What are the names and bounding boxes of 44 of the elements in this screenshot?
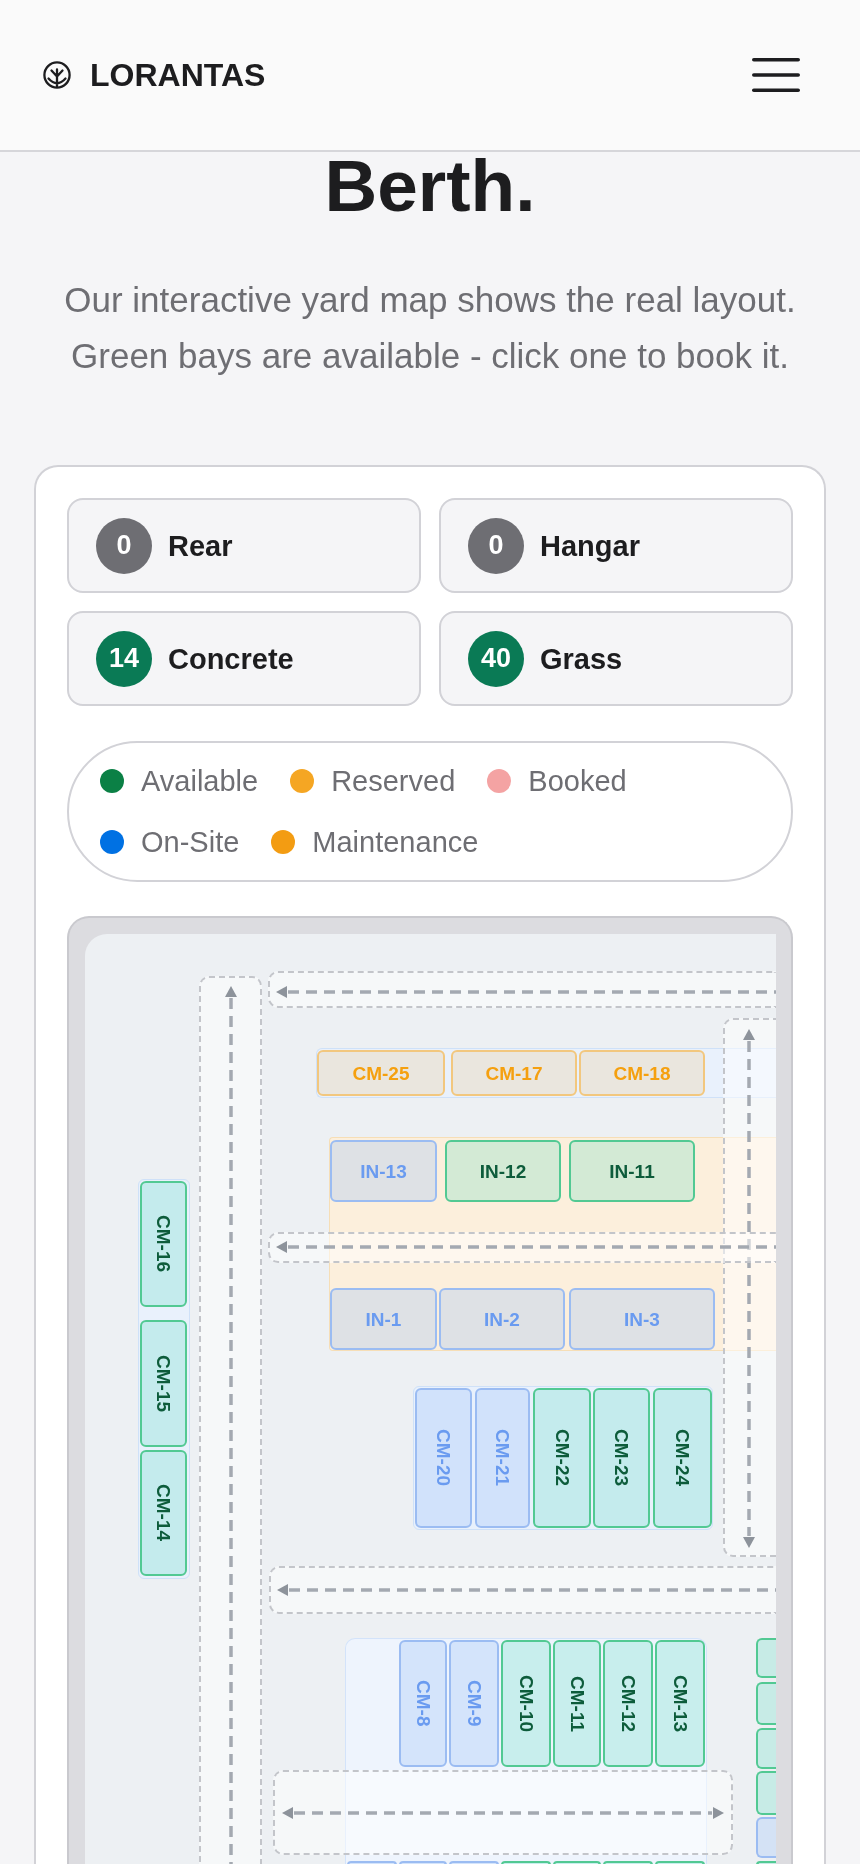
- menu-button[interactable]: [752, 58, 800, 92]
- menu-icon: [752, 58, 800, 92]
- count-badge: 14: [96, 630, 152, 687]
- parking-bay[interactable]: [756, 1682, 776, 1725]
- legend-label: On-Site: [141, 825, 240, 860]
- parking-bay[interactable]: IN-11: [569, 1140, 695, 1202]
- page-title: Berth.: [323, 154, 537, 217]
- parking-bay[interactable]: CM-15: [140, 1320, 187, 1447]
- legend-label: Maintenance: [312, 825, 479, 860]
- legend-label: Reserved: [331, 764, 456, 799]
- parking-bay[interactable]: [553, 1861, 601, 1864]
- parking-bay[interactable]: [756, 1771, 776, 1815]
- parking-bay[interactable]: IN-12: [445, 1140, 561, 1202]
- parking-bay[interactable]: CM-16: [140, 1181, 187, 1307]
- brand-name: LORANTAS: [90, 59, 266, 91]
- parking-bay[interactable]: [756, 1861, 776, 1864]
- parking-bay[interactable]: [399, 1861, 447, 1864]
- parking-bay[interactable]: CM-14: [140, 1450, 187, 1576]
- count-badge: 0: [468, 517, 524, 574]
- parking-bay[interactable]: [603, 1861, 653, 1864]
- legend-label: Booked: [528, 764, 627, 799]
- parking-bay[interactable]: [756, 1817, 776, 1858]
- page-subtitle: Our interactive yard map shows the real layout. Green bays are available - click one to book it.: [63, 279, 797, 377]
- parking-bay[interactable]: CM-11: [553, 1640, 601, 1767]
- parking-bay[interactable]: CM-12: [603, 1640, 653, 1767]
- category-label: Grass: [540, 641, 623, 677]
- parking-bay[interactable]: [501, 1861, 551, 1864]
- parking-bay[interactable]: CM-24: [653, 1388, 712, 1528]
- parking-bay[interactable]: CM-23: [593, 1388, 650, 1528]
- logo-icon: [43, 61, 71, 89]
- category-label: Rear: [168, 528, 233, 564]
- parking-bay[interactable]: CM-10: [501, 1640, 551, 1767]
- count-badge: 0: [96, 517, 152, 574]
- count-badge: 40: [468, 630, 524, 687]
- parking-bay[interactable]: [449, 1861, 499, 1864]
- parking-bay[interactable]: [347, 1861, 397, 1864]
- category-label: Hangar: [540, 528, 640, 564]
- category-label: Concrete: [168, 641, 294, 677]
- parking-bay[interactable]: CM-13: [655, 1640, 705, 1767]
- legend-label: Available: [141, 764, 259, 799]
- parking-bay[interactable]: [756, 1728, 776, 1769]
- parking-bay[interactable]: CM-22: [533, 1388, 591, 1528]
- parking-bay[interactable]: [756, 1638, 776, 1678]
- parking-bay[interactable]: [655, 1861, 705, 1864]
